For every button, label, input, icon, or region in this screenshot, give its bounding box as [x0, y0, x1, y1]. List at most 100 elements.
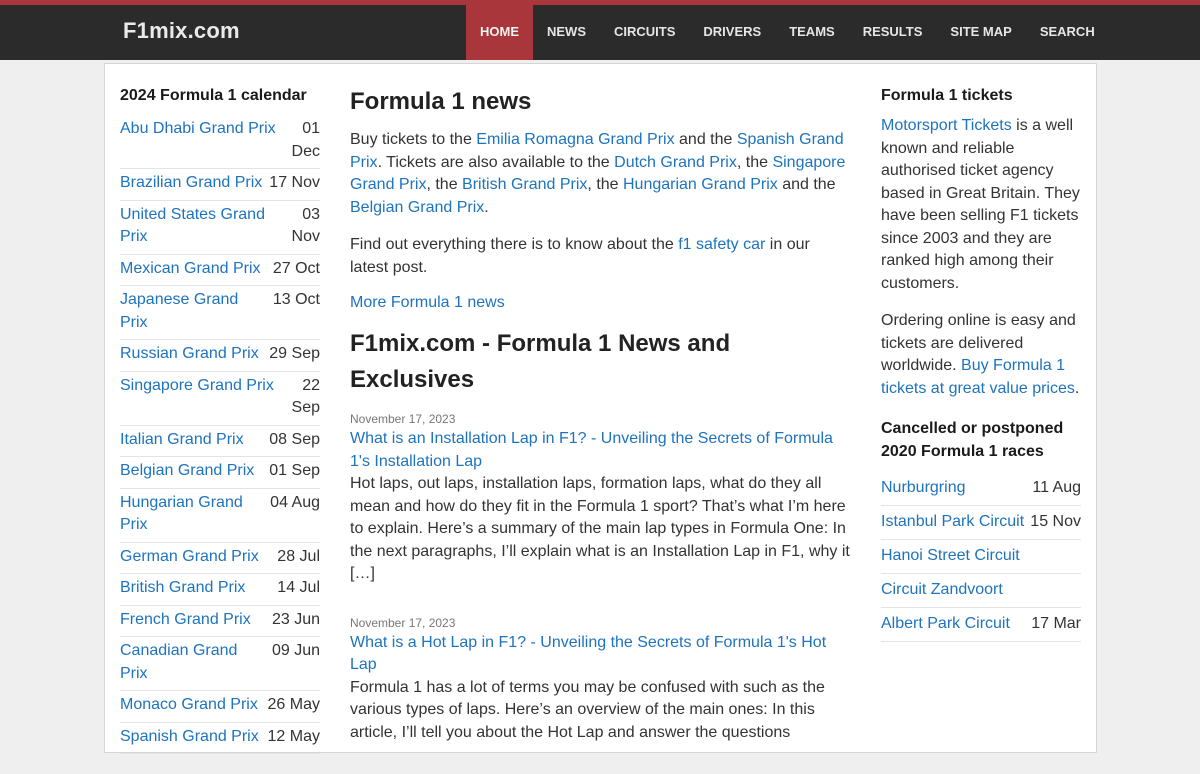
post-excerpt: Hot laps, out laps, installation laps, f…: [350, 475, 850, 582]
text: Find out everything there is to know abo…: [350, 236, 679, 253]
race-link[interactable]: Russian Grand Prix: [120, 343, 265, 366]
list-item: Hungarian Grand Prix 04 Aug: [120, 489, 320, 543]
race-date: 09 Jun: [271, 642, 320, 659]
calendar-title: 2024 Formula 1 calendar: [120, 87, 307, 104]
site-heading: F1mix.com - Formula 1 News and Exclusive…: [350, 330, 731, 393]
text: .: [484, 198, 489, 216]
race-date: 15 Nov: [1030, 513, 1081, 530]
text: , the: [736, 153, 773, 171]
link-belgian-gp[interactable]: Belgian Grand Prix: [350, 199, 484, 216]
content-container: 2024 Formula 1 calendar Abu Dhabi Grand …: [104, 63, 1097, 754]
race-date: 11 Aug: [1032, 479, 1081, 496]
list-item: Japanese Grand Prix 13 Oct: [120, 286, 320, 340]
race-link[interactable]: Singapore Grand Prix: [120, 375, 276, 398]
circuit-link[interactable]: Istanbul Park Circuit: [881, 511, 1024, 533]
nav-site-map[interactable]: SITE MAP: [936, 5, 1025, 60]
race-link[interactable]: United States Grand Prix: [120, 204, 276, 249]
race-date: 13 Oct: [272, 291, 320, 308]
race-date: 08 Sep: [269, 430, 320, 448]
list-item: Monaco Grand Prix 26 May: [120, 691, 320, 723]
nav-teams[interactable]: TEAMS: [775, 5, 849, 60]
list-item: French Grand Prix 23 Jun: [120, 606, 320, 637]
list-item: Russian Grand Prix 29 Sep: [120, 340, 320, 372]
list-item: German Grand Prix 28 Jul: [120, 543, 320, 574]
list-item: Belgian Grand Prix 01 Sep: [120, 457, 320, 489]
list-item: United States Grand Prix 03 Nov: [120, 201, 320, 255]
post-title-link[interactable]: What is an Installation Lap in F1? - Unv…: [350, 428, 852, 473]
link-motorsport-tickets[interactable]: Motorsport Tickets: [881, 117, 1012, 134]
list-item: Circuit Zandvoort: [881, 574, 1081, 608]
race-link[interactable]: Spanish Grand Prix: [120, 726, 264, 749]
race-date: 26 May: [267, 696, 320, 713]
post-date: November 17, 2023: [350, 615, 456, 630]
main-content: Formula 1 news Buy tickets to the Emilia…: [350, 85, 852, 774]
top-bar: F1mix.com HOME NEWS CIRCUITS DRIVERS TEA…: [0, 0, 1200, 60]
post: November 17, 2023 What is an Installatio…: [350, 412, 852, 586]
cancelled-list: Nurburgring 11 Aug Istanbul Park Circuit 15…: [881, 472, 1081, 642]
race-link[interactable]: Brazilian Grand Prix: [120, 172, 265, 195]
race-link[interactable]: Hungarian Grand Prix: [120, 492, 266, 537]
race-date: 01 Sep: [269, 462, 320, 479]
race-link[interactable]: Canadian Grand Prix: [120, 640, 268, 685]
link-f1-safety-car[interactable]: f1 safety car: [678, 236, 765, 253]
agency-paragraph: Motorsport Tickets is a well known and r…: [881, 115, 1081, 295]
list-item: Mexican Grand Prix 27 Oct: [120, 255, 320, 286]
race-date: 12 May: [267, 727, 320, 745]
race-link[interactable]: Abu Dhabi Grand Prix: [120, 118, 276, 141]
link-emilia-romagna-gp[interactable]: Emilia Romagna Grand Prix: [476, 131, 674, 148]
race-date: 03 Nov: [291, 205, 320, 246]
circuit-link[interactable]: Circuit Zandvoort: [881, 579, 1003, 601]
race-date: 27 Oct: [272, 259, 320, 277]
nav-drivers[interactable]: DRIVERS: [689, 5, 775, 60]
list-item: Spanish Grand Prix 12 May: [120, 723, 320, 754]
list-item: Hanoi Street Circuit: [881, 540, 1081, 574]
race-date: 22 Sep: [291, 376, 320, 417]
post-excerpt: Formula 1 has a lot of terms you may be …: [350, 678, 825, 741]
race-date: 04 Aug: [270, 493, 320, 511]
race-link[interactable]: French Grand Prix: [120, 609, 268, 632]
nav-news[interactable]: NEWS: [533, 5, 600, 60]
text: and the: [777, 176, 836, 193]
more-news-link[interactable]: More Formula 1 news: [350, 294, 852, 312]
race-date: 28 Jul: [277, 547, 320, 565]
cancelled-title: Cancelled or postponed 2020 Formula 1 ra…: [881, 420, 1064, 460]
nav-home[interactable]: HOME: [466, 5, 533, 60]
race-link[interactable]: Japanese Grand Prix: [120, 289, 269, 334]
link-dutch-gp[interactable]: Dutch Grand Prix: [614, 154, 737, 171]
text: is a well known and reliable authorised …: [881, 117, 1080, 292]
circuit-link[interactable]: Albert Park Circuit: [881, 613, 1010, 635]
race-date: 23 Jun: [271, 610, 320, 628]
safety-car-paragraph: Find out everything there is to know abo…: [350, 234, 852, 279]
list-item: Singapore Grand Prix 22 Sep: [120, 372, 320, 426]
race-list: Abu Dhabi Grand Prix 01 Dec Brazilian Gran…: [120, 115, 320, 754]
nav-circuits[interactable]: CIRCUITS: [600, 5, 689, 60]
circuit-link[interactable]: Nurburgring: [881, 477, 965, 499]
list-item: Istanbul Park Circuit 15 Nov: [881, 506, 1081, 540]
text: .: [1074, 379, 1080, 397]
nav-results[interactable]: RESULTS: [849, 5, 937, 60]
nav-search[interactable]: SEARCH: [1026, 5, 1109, 60]
news-heading: Formula 1 news: [350, 88, 532, 115]
link-british-gp[interactable]: British Grand Prix: [462, 176, 587, 193]
tickets-paragraph: Buy tickets to the Emilia Romagna Grand …: [350, 129, 852, 219]
site-logo[interactable]: F1mix.com: [123, 18, 240, 44]
list-item: Brazilian Grand Prix 17 Nov: [120, 169, 320, 201]
post-title-link[interactable]: What is a Hot Lap in F1? - Unveiling the…: [350, 632, 852, 677]
race-link[interactable]: British Grand Prix: [120, 577, 273, 600]
race-link[interactable]: Belgian Grand Prix: [120, 460, 265, 483]
list-item: Canadian Grand Prix 09 Jun: [120, 637, 320, 691]
text: and the: [674, 131, 737, 148]
text: , the: [426, 176, 463, 193]
race-date: 17 Nov: [269, 174, 320, 191]
race-date: 17 Mar: [1031, 615, 1081, 632]
list-item: British Grand Prix 14 Jul: [120, 574, 320, 606]
circuit-link[interactable]: Hanoi Street Circuit: [881, 545, 1020, 567]
post-date: November 17, 2023: [350, 412, 456, 426]
link-hungarian-gp[interactable]: Hungarian Grand Prix: [623, 176, 778, 193]
race-date: 01 Dec: [291, 120, 320, 160]
race-link[interactable]: German Grand Prix: [120, 546, 273, 569]
race-date: 14 Jul: [277, 579, 320, 596]
race-link[interactable]: Italian Grand Prix: [120, 429, 265, 452]
race-link[interactable]: Monaco Grand Prix: [120, 694, 264, 717]
race-link[interactable]: Mexican Grand Prix: [120, 258, 269, 281]
